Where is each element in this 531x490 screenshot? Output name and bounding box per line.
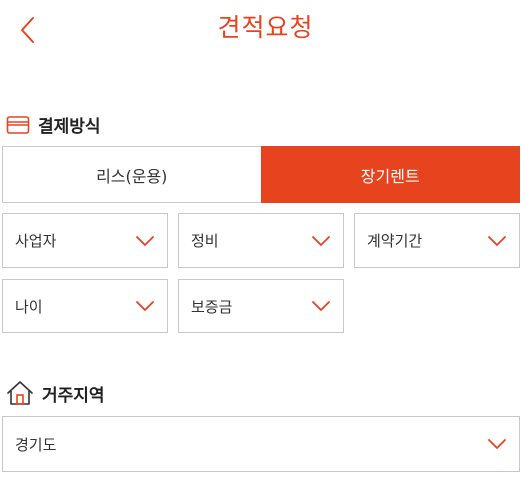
chevron-down-icon (135, 300, 155, 312)
chevron-down-icon (135, 235, 155, 247)
residence-dropdown[interactable]: 경기도 (2, 416, 520, 472)
payment-section-label: 결제방식 (38, 117, 101, 137)
page-title: 견적요청 (217, 13, 314, 42)
header: 견적요청 (0, 0, 531, 56)
age-dropdown-label: 나이 (15, 297, 43, 316)
payment-option-lease[interactable]: 리스(운용) (2, 146, 261, 203)
payment-method-toggle: 리스(운용) 장기렌트 (2, 146, 520, 203)
business-dropdown-label: 사업자 (15, 232, 57, 250)
payment-option-long-term-rent[interactable]: 장기렌트 (260, 146, 520, 203)
residence-dropdown-value: 경기도 (15, 435, 57, 454)
residence-section-title: 거주지역 (6, 380, 105, 406)
chevron-down-icon (487, 438, 507, 450)
chevron-down-icon (487, 235, 507, 247)
maintenance-dropdown[interactable]: 정비 (178, 213, 344, 268)
contract-period-dropdown-label: 계약기간 (367, 232, 423, 250)
credit-card-icon (6, 115, 30, 135)
contract-period-dropdown[interactable]: 계약기간 (354, 213, 520, 268)
deposit-dropdown[interactable]: 보증금 (178, 279, 344, 333)
deposit-dropdown-label: 보증금 (191, 297, 233, 316)
house-icon (6, 380, 34, 406)
residence-section-label: 거주지역 (42, 385, 105, 406)
business-dropdown[interactable]: 사업자 (2, 213, 168, 268)
payment-section-title: 결제방식 (6, 112, 101, 137)
age-dropdown[interactable]: 나이 (2, 279, 168, 333)
maintenance-dropdown-label: 정비 (191, 232, 219, 250)
chevron-down-icon (311, 300, 331, 312)
chevron-down-icon (311, 235, 331, 247)
